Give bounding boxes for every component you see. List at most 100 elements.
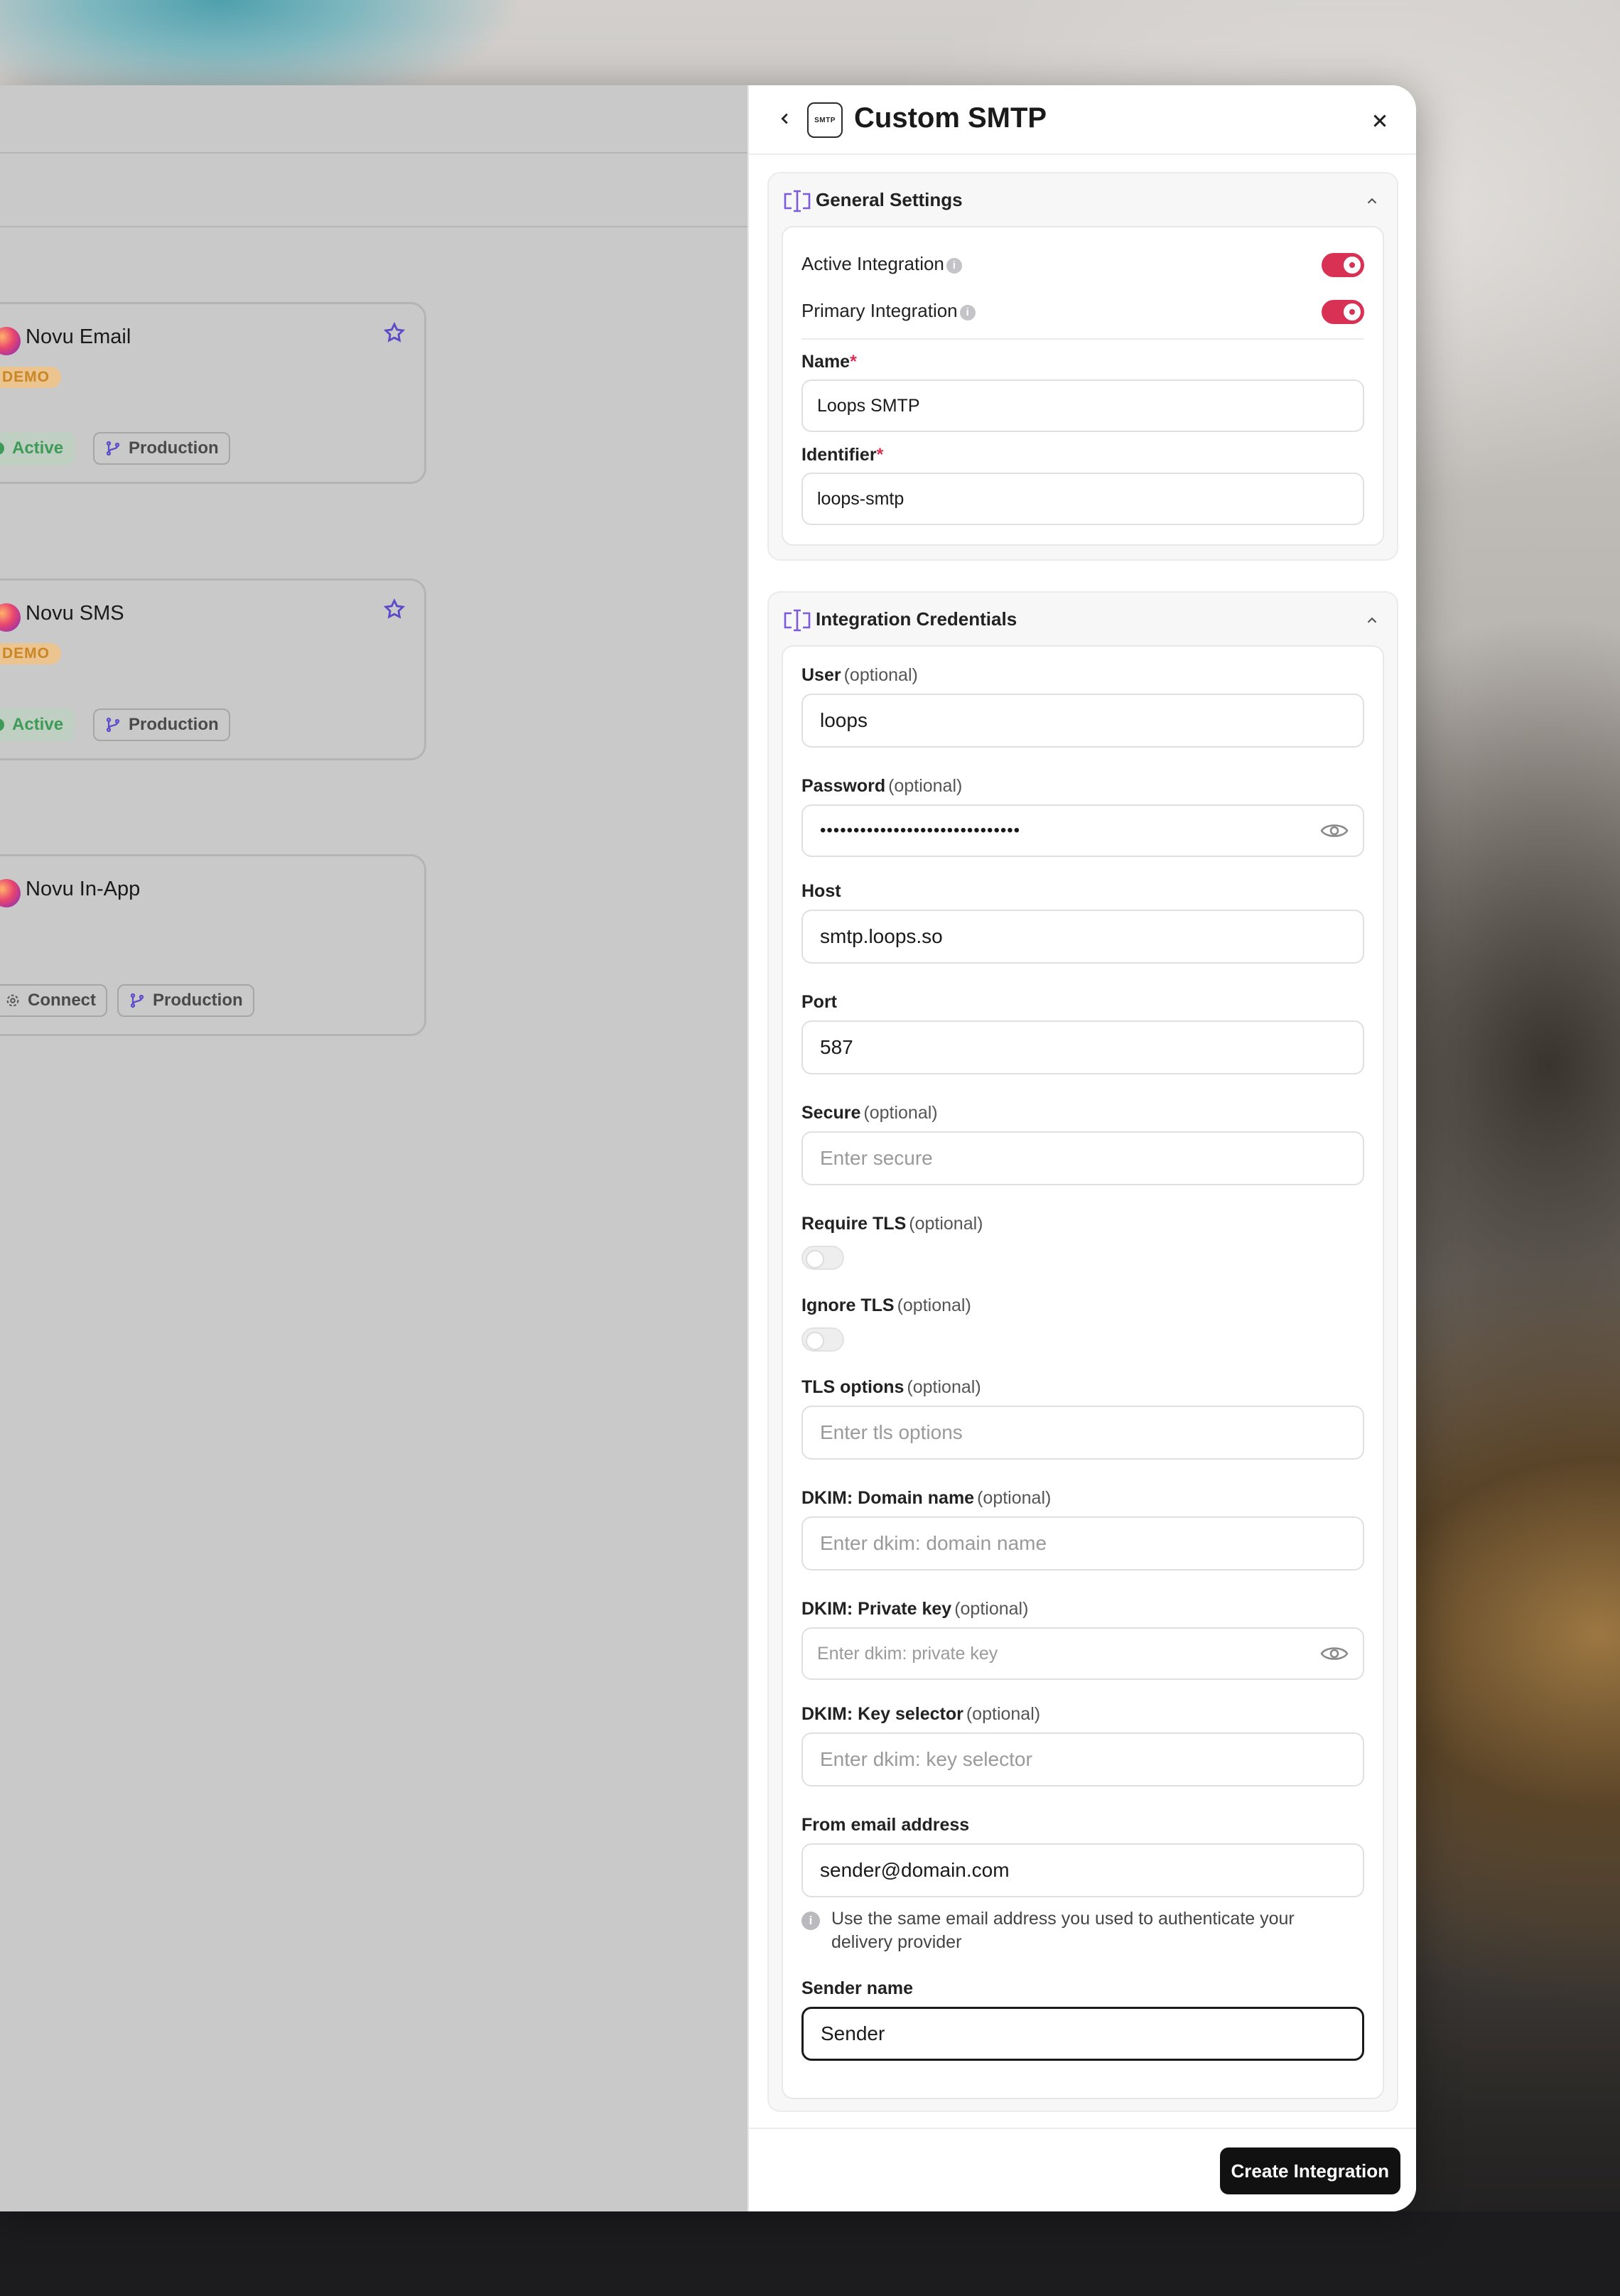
novu-logo	[0, 603, 21, 632]
eye-icon[interactable]	[1320, 821, 1349, 841]
general-settings-header[interactable]: General Settings	[769, 173, 1397, 226]
close-icon	[1373, 114, 1386, 127]
integration-card-novu-sms[interactable]: Novu SMS DEMO Active Production	[0, 578, 426, 760]
password-input[interactable]: ••••••••••••••••••••••••••••••	[801, 804, 1364, 857]
environment-badge: Production	[93, 432, 230, 465]
branch-icon	[106, 441, 120, 456]
card-title: Novu In-App	[26, 878, 141, 900]
demo-badge: DEMO	[0, 643, 61, 664]
identifier-label: Identifier*	[801, 445, 883, 465]
name-label: Name*	[801, 352, 857, 372]
environment-label: Production	[129, 715, 219, 734]
port-label-text: Port	[801, 992, 837, 1012]
branch-icon	[130, 993, 144, 1008]
identifier-label-text: Identifier	[801, 445, 877, 465]
sender-name-label-text: Sender name	[801, 1978, 914, 1998]
back-button[interactable]	[774, 108, 796, 129]
integration-card-novu-email[interactable]: Novu Email DEMO Active Production	[0, 302, 426, 484]
divider	[801, 338, 1364, 340]
general-settings-section: General Settings Active Integration i Pri…	[767, 172, 1398, 561]
status-badge: Active	[0, 432, 75, 465]
primary-integration-text: Primary Integration	[801, 300, 958, 321]
user-label: User (optional)	[801, 665, 918, 686]
drawer-header: SMTP Custom SMTP	[749, 85, 1416, 155]
optional-tag: (optional)	[843, 665, 918, 685]
optional-tag: (optional)	[977, 1488, 1052, 1508]
primary-integration-row: Primary Integration i	[801, 296, 1364, 324]
integration-drawer: SMTP Custom SMTP General Settings Active…	[747, 85, 1416, 2211]
secure-input[interactable]: Enter secure	[801, 1131, 1364, 1185]
user-input[interactable]: loops	[801, 694, 1364, 748]
novu-logo	[0, 879, 21, 907]
dkim-domain-label: DKIM: Domain name (optional)	[801, 1488, 1051, 1509]
ignore-tls-label-text: Ignore TLS	[801, 1295, 895, 1315]
status-label: Active	[12, 438, 64, 458]
active-integration-text: Active Integration	[801, 253, 944, 274]
connect-button[interactable]: Connect	[0, 984, 107, 1017]
environment-label: Production	[129, 438, 219, 458]
section-title: Integration Credentials	[816, 608, 1017, 630]
credentials-body: User (optional) loops Password (optional) …	[782, 645, 1384, 2099]
gear-icon	[6, 994, 19, 1007]
toolbar-divider	[0, 226, 747, 227]
active-integration-toggle[interactable]	[1322, 253, 1364, 277]
info-icon: i	[946, 258, 962, 274]
secure-label-text: Secure	[801, 1103, 861, 1123]
sender-name-label: Sender name	[801, 1978, 913, 1999]
check-circle-icon	[0, 442, 4, 455]
optional-tag: (optional)	[888, 776, 963, 796]
from-email-hint: i Use the same email address you used to…	[801, 1907, 1340, 1954]
password-label-text: Password	[801, 776, 886, 796]
dkim-domain-label-text: DKIM: Domain name	[801, 1488, 975, 1508]
drawer-footer: Create Integration	[749, 2128, 1416, 2211]
chevron-up-icon	[1367, 617, 1377, 623]
host-label: Host	[801, 881, 841, 902]
require-tls-label-text: Require TLS	[801, 1214, 907, 1234]
input-field-icon	[784, 609, 811, 632]
demo-badge: DEMO	[0, 367, 61, 388]
host-input[interactable]: smtp.loops.so	[801, 910, 1364, 964]
port-input[interactable]: 587	[801, 1020, 1364, 1074]
desktop-bottom-strip	[0, 2211, 1620, 2296]
dkim-key-label-text: DKIM: Private key	[801, 1599, 952, 1619]
header-divider	[0, 152, 747, 153]
dkim-selector-input[interactable]: Enter dkim: key selector	[801, 1732, 1364, 1786]
create-integration-button[interactable]: Create Integration	[1219, 2147, 1400, 2194]
dkim-key-placeholder: Enter dkim: private key	[817, 1643, 998, 1664]
close-button[interactable]	[1368, 109, 1391, 132]
require-tls-label: Require TLS (optional)	[801, 1214, 983, 1234]
required-mark: *	[876, 445, 884, 465]
sender-name-input[interactable]: Sender	[801, 2007, 1364, 2061]
name-label-text: Name	[801, 352, 850, 372]
from-email-input[interactable]: sender@domain.com	[801, 1843, 1364, 1897]
primary-integration-label: Primary Integration i	[801, 300, 976, 322]
card-title: Novu SMS	[26, 602, 124, 625]
status-label: Active	[12, 715, 64, 734]
credentials-header[interactable]: Integration Credentials	[769, 593, 1397, 645]
name-input[interactable]: Loops SMTP	[801, 379, 1364, 432]
eye-icon[interactable]	[1320, 1644, 1349, 1664]
environment-badge: Production	[117, 984, 254, 1017]
secure-label: Secure (optional)	[801, 1103, 938, 1123]
dkim-key-label: DKIM: Private key (optional)	[801, 1599, 1028, 1619]
identifier-input[interactable]: loops-smtp	[801, 473, 1364, 525]
active-integration-row: Active Integration i	[801, 249, 1364, 277]
dkim-selector-label-text: DKIM: Key selector	[801, 1704, 963, 1724]
user-label-text: User	[801, 665, 841, 685]
card-title: Novu Email	[26, 325, 131, 348]
from-email-label: From email address	[801, 1815, 969, 1836]
app-window: Novu Email DEMO Active Production Novu S…	[0, 85, 1416, 2211]
chevron-up-icon	[1367, 198, 1377, 204]
environment-label: Production	[153, 991, 243, 1010]
chevron-left-icon	[781, 113, 788, 124]
primary-integration-toggle[interactable]	[1322, 300, 1364, 324]
ignore-tls-toggle[interactable]	[801, 1327, 844, 1352]
star-icon[interactable]	[382, 598, 406, 622]
dkim-domain-input[interactable]: Enter dkim: domain name	[801, 1516, 1364, 1570]
dkim-private-key-input[interactable]: Enter dkim: private key	[801, 1627, 1364, 1680]
tls-options-input[interactable]: Enter tls options	[801, 1406, 1364, 1460]
hint-text: Use the same email address you used to a…	[831, 1909, 1295, 1952]
require-tls-toggle[interactable]	[801, 1246, 844, 1270]
star-icon[interactable]	[382, 321, 406, 345]
integration-card-novu-in-app[interactable]: Novu In-App Connect Production	[0, 854, 426, 1036]
